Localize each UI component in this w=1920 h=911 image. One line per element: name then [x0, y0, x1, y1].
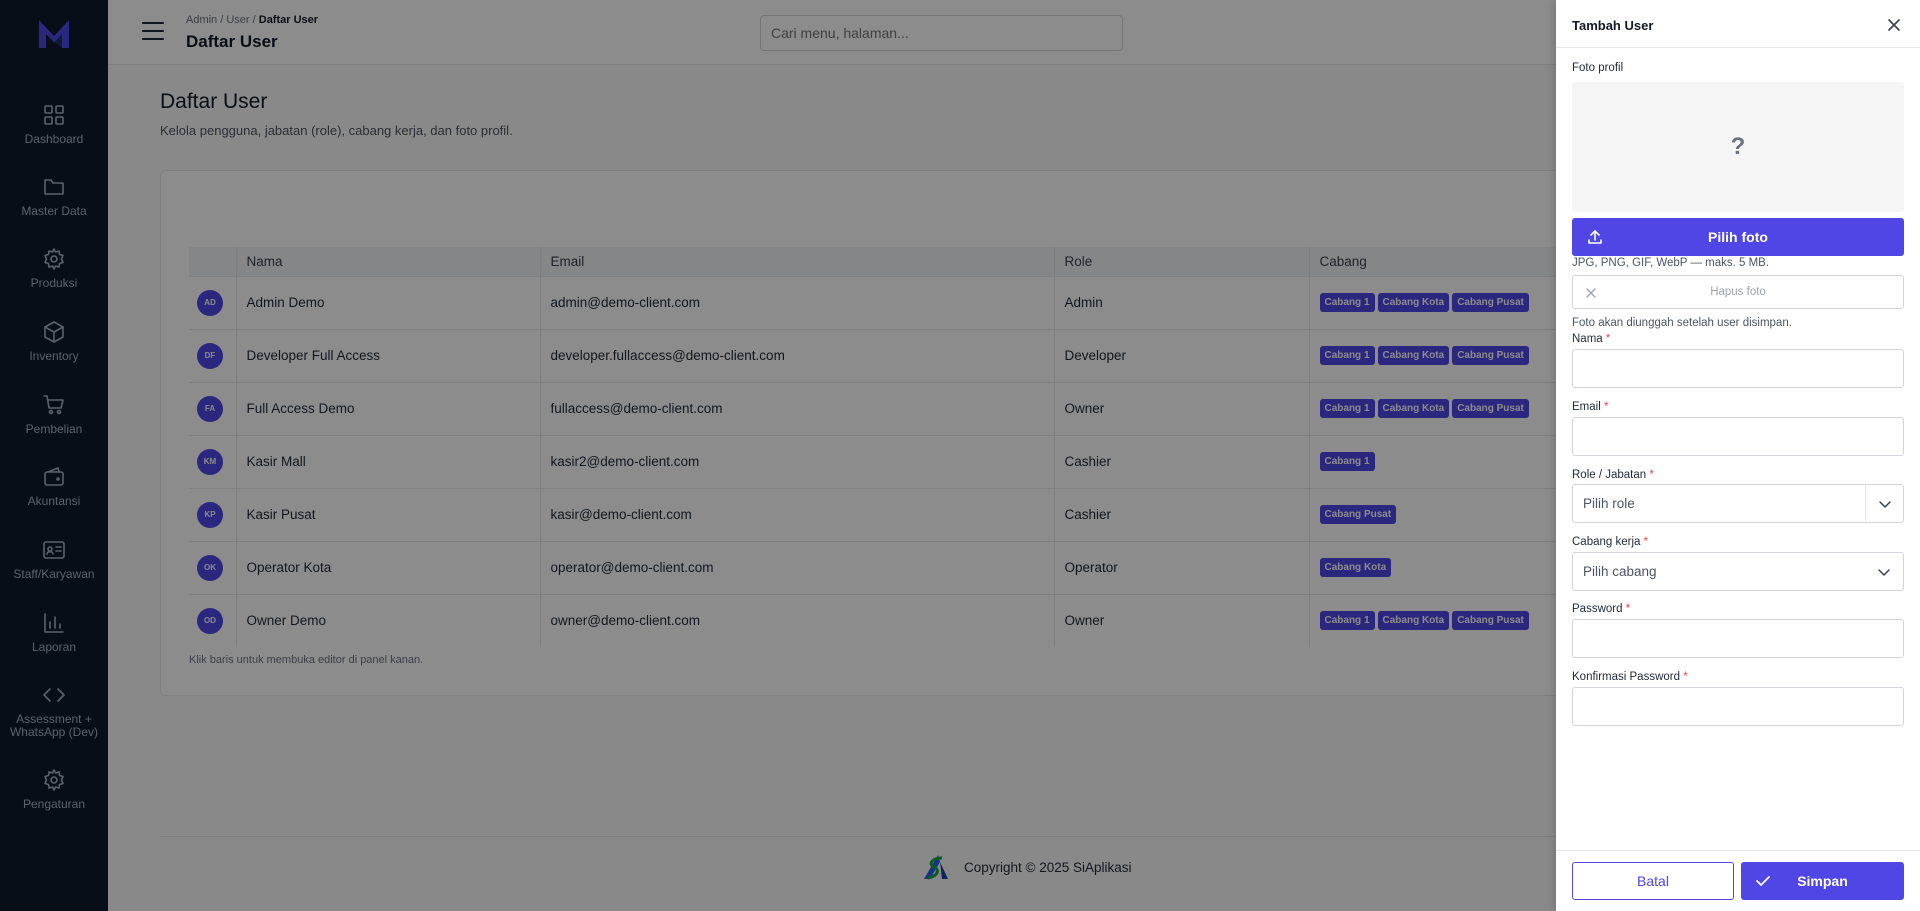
role-label: Role / Jabatan * [1572, 469, 1654, 481]
name-label: Nama * [1572, 333, 1610, 345]
confirm-password-label-text: Konfirmasi Password [1572, 671, 1681, 683]
required-mark: * [1643, 536, 1649, 548]
photo-preview: ? [1572, 82, 1904, 212]
drawer-footer: Batal Simpan [1556, 850, 1920, 911]
x-icon [1586, 288, 1596, 298]
save-label: Simpan [1797, 873, 1848, 889]
required-mark: * [1603, 401, 1609, 413]
confirm-password-field[interactable] [1572, 687, 1904, 726]
name-label-text: Nama [1572, 333, 1603, 345]
email-label: Email * [1572, 401, 1608, 413]
required-mark: * [1625, 603, 1631, 615]
role-select[interactable]: Pilih role [1572, 484, 1904, 523]
required-mark: * [1605, 333, 1611, 345]
password-label: Password * [1572, 603, 1630, 615]
required-mark: * [1649, 469, 1654, 481]
branch-label: Cabang kerja * [1572, 536, 1648, 548]
modal-backdrop[interactable] [0, 0, 1556, 911]
add-user-drawer: Tambah User Foto profil ? Pilih foto JPG… [1556, 0, 1920, 911]
close-icon[interactable] [1886, 17, 1902, 33]
chevron-down-icon [1878, 500, 1891, 508]
confirm-password-label: Konfirmasi Password * [1572, 671, 1688, 683]
name-field[interactable] [1572, 349, 1904, 388]
cancel-label: Batal [1637, 873, 1669, 889]
check-icon [1756, 876, 1770, 886]
password-label-text: Password [1572, 603, 1623, 615]
role-select-value: Pilih role [1583, 496, 1635, 511]
upload-note: Foto akan diunggah setelah user disimpan… [1572, 317, 1792, 329]
email-label-text: Email [1572, 401, 1601, 413]
delete-photo-label: Hapus foto [1710, 286, 1766, 298]
role-chevron-container [1865, 485, 1903, 522]
branch-select[interactable]: Pilih cabang [1572, 552, 1904, 591]
branch-chevron-container [1865, 553, 1903, 590]
chevron-down-icon [1878, 568, 1890, 576]
choose-photo-button[interactable]: Pilih foto [1572, 218, 1904, 256]
photo-format-hint: JPG, PNG, GIF, WebP — maks. 5 MB. [1572, 257, 1770, 269]
drawer-header: Tambah User [1556, 0, 1920, 48]
branch-label-text: Cabang kerja [1572, 536, 1641, 548]
photo-label: Foto profil [1572, 62, 1624, 74]
password-field[interactable] [1572, 619, 1904, 658]
email-field[interactable] [1572, 417, 1904, 456]
upload-icon [1588, 230, 1602, 244]
choose-photo-label: Pilih foto [1708, 229, 1768, 245]
photo-placeholder: ? [1730, 133, 1746, 160]
role-label-text: Role / Jabatan [1572, 469, 1647, 481]
drawer-title: Tambah User [1572, 18, 1654, 33]
save-button[interactable]: Simpan [1741, 862, 1904, 900]
required-mark: * [1683, 671, 1688, 683]
delete-photo-button[interactable]: Hapus foto [1572, 275, 1904, 309]
branch-select-value: Pilih cabang [1583, 564, 1657, 579]
cancel-button[interactable]: Batal [1572, 862, 1734, 900]
